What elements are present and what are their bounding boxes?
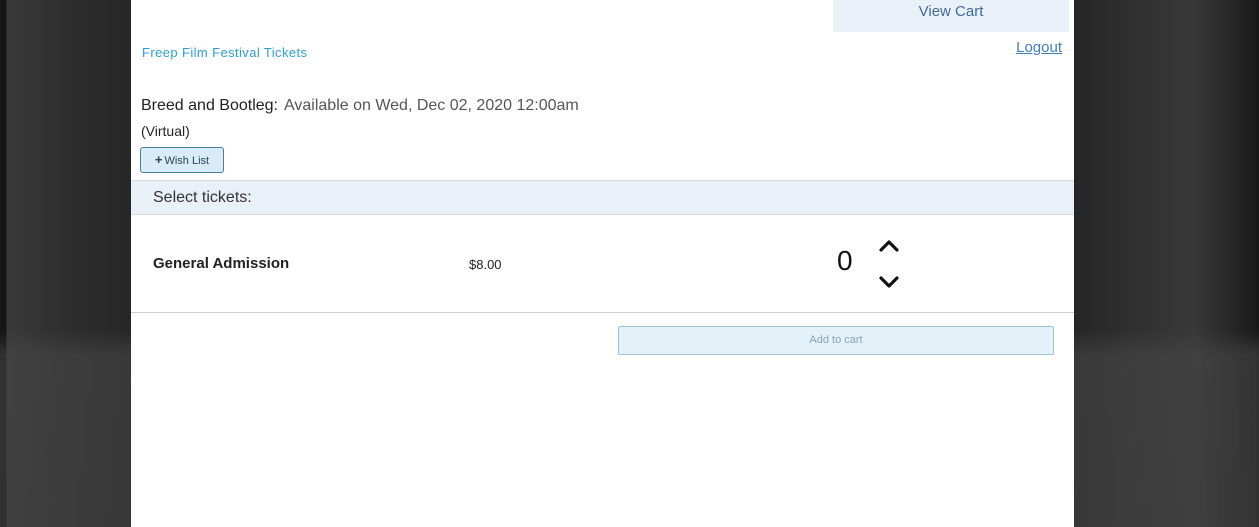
wish-list-button[interactable]: + Wish List bbox=[140, 147, 224, 173]
event-availability: Available on Wed, Dec 02, 2020 12:00am bbox=[284, 97, 579, 114]
event-heading: Breed and Bootleg: Available on Wed, Dec … bbox=[141, 97, 579, 115]
chevron-down-icon[interactable] bbox=[877, 271, 901, 293]
chevron-up-icon[interactable] bbox=[877, 235, 901, 257]
event-format: (Virtual) bbox=[141, 123, 190, 139]
event-title: Breed and Bootleg: bbox=[141, 97, 278, 114]
add-to-cart-button[interactable]: Add to cart bbox=[618, 326, 1054, 355]
right-backdrop bbox=[1074, 0, 1259, 527]
select-tickets-bar: Select tickets: bbox=[131, 180, 1074, 215]
wish-list-label: Wish List bbox=[164, 155, 210, 167]
brand-title: Freep Film Festival Tickets bbox=[142, 45, 308, 60]
quantity-value[interactable]: 0 bbox=[837, 245, 853, 277]
ticket-name: General Admission bbox=[153, 255, 290, 272]
left-backdrop bbox=[0, 0, 131, 527]
select-tickets-label: Select tickets: bbox=[153, 189, 252, 206]
ticket-price: $8.00 bbox=[469, 257, 502, 272]
plus-icon: + bbox=[154, 152, 163, 167]
ticket-panel: View Cart Freep Film Festival Tickets Lo… bbox=[131, 0, 1074, 527]
logout-link[interactable]: Logout bbox=[1016, 39, 1062, 56]
ticket-row: General Admission $8.00 0 bbox=[131, 215, 1074, 313]
view-cart-button[interactable]: View Cart bbox=[833, 0, 1069, 32]
